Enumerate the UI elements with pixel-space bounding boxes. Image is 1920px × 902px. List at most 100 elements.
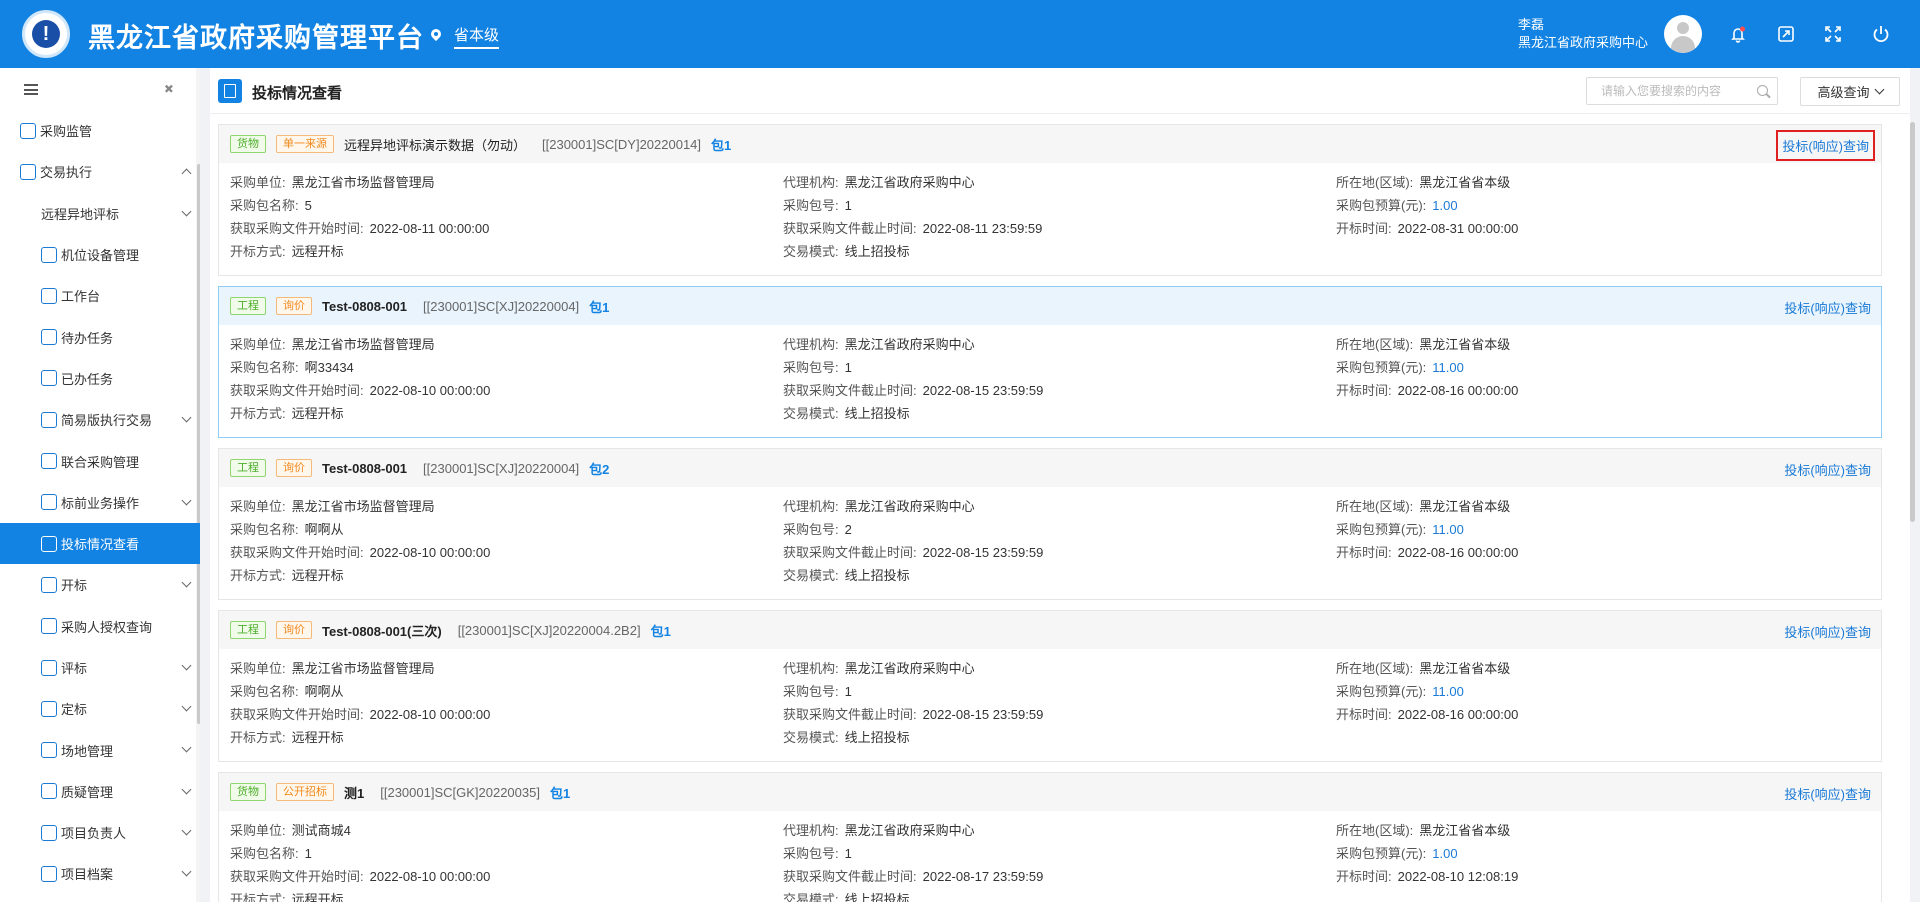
- sidebar-item[interactable]: 简易版执行交易: [0, 399, 200, 440]
- detail-end_time: 获取采购文件截止时间: 2022-08-17 23:59:59: [783, 866, 1043, 885]
- search-input[interactable]: [1586, 77, 1778, 105]
- sidebar-item[interactable]: 标前业务操作: [0, 482, 200, 523]
- detail-label: 获取采购文件开始时间:: [230, 221, 364, 236]
- sidebar-item[interactable]: 交易执行: [0, 151, 200, 192]
- detail-value: 2022-08-15 23:59:59: [922, 545, 1044, 560]
- detail-row: 开标方式: 远程开标 交易模式: 线上招投标: [230, 727, 1870, 747]
- user-info[interactable]: 李磊 黑龙江省政府采购中心: [1518, 16, 1648, 52]
- detail-row: 开标方式: 远程开标 交易模式: 线上招投标: [230, 241, 1870, 261]
- detail-label: 开标方式:: [230, 730, 286, 745]
- project-code: [[230001]SC[DY]20220014]: [542, 136, 702, 152]
- detail-pkg_no: 采购包号: 2: [783, 519, 852, 538]
- project-card[interactable]: 工程 询价 Test-0808-001(三次) [[230001]SC[XJ]2022…: [218, 610, 1882, 762]
- detail-pkg_no: 采购包号: 1: [783, 843, 852, 862]
- project-card[interactable]: 货物 公开招标 测1 [[230001]SC[GK]20220035] 包1 投标(响应)…: [218, 772, 1882, 902]
- package-link[interactable]: 包1: [651, 621, 671, 640]
- detail-value: 1.00: [1432, 846, 1458, 861]
- detail-value: 远程开标: [291, 568, 344, 583]
- sidebar-item[interactable]: 质疑管理: [0, 771, 200, 812]
- advanced-search-button[interactable]: 高级查询: [1800, 77, 1900, 106]
- detail-label: 交易模式:: [783, 892, 839, 902]
- package-link[interactable]: 包1: [589, 297, 609, 316]
- detail-label: 采购单位:: [230, 499, 286, 514]
- sidebar-item[interactable]: 机位设备管理: [0, 234, 200, 275]
- sidebar-item-label: 联合采购管理: [61, 454, 140, 470]
- sidebar-item[interactable]: 评标: [0, 647, 200, 688]
- sidebar-item[interactable]: 联合采购管理: [0, 440, 200, 481]
- sidebar-item-label: 场地管理: [61, 743, 114, 759]
- card-details: 采购单位: 黑龙江省市场监督管理局 代理机构: 黑龙江省政府采购中心 所在地(区域): 黑…: [230, 172, 1870, 272]
- region-label[interactable]: 省本级: [454, 24, 500, 49]
- detail-label: 交易模式:: [783, 568, 839, 583]
- bid-query-link[interactable]: 投标(响应)查询: [1784, 298, 1871, 317]
- detail-value: 11.00: [1432, 522, 1464, 537]
- sidebar-item[interactable]: 项目档案: [0, 853, 200, 894]
- detail-row: 开标方式: 远程开标 交易模式: 线上招投标: [230, 403, 1870, 423]
- advanced-search-label: 高级查询: [1817, 85, 1870, 100]
- card-header: 货物 公开招标 测1 [[230001]SC[GK]20220035] 包1 投标(响应)…: [219, 773, 1881, 811]
- main-scrollbar[interactable]: [1910, 122, 1915, 522]
- sidebar-item[interactable]: 场地管理: [0, 729, 200, 770]
- detail-label: 开标时间:: [1336, 869, 1392, 884]
- sidebar-item[interactable]: 采购人授权查询: [0, 606, 200, 647]
- sidebar-item[interactable]: 定标: [0, 688, 200, 729]
- project-card[interactable]: 货物 单一来源 远程异地评标演示数据（勿动） [[230001]SC[DY]20220…: [218, 124, 1882, 276]
- bid-query-link[interactable]: 投标(响应)查询: [1784, 460, 1871, 479]
- detail-region: 所在地(区域): 黑龙江省省本级: [1336, 334, 1510, 353]
- bell-icon[interactable]: [1728, 24, 1748, 44]
- method-tag: 公开招标: [276, 783, 334, 801]
- menu-item-icon: [41, 329, 57, 346]
- region-selector[interactable]: 省本级: [430, 24, 500, 49]
- detail-open_time: 开标时间: 2022-08-16 00:00:00: [1336, 704, 1518, 723]
- detail-value: 黑龙江省市场监督管理局: [291, 499, 435, 514]
- project-card[interactable]: 工程 询价 Test-0808-001 [[230001]SC[XJ]20220004…: [218, 286, 1882, 438]
- project-code: [[230001]SC[XJ]20220004]: [423, 460, 580, 476]
- card-details: 采购单位: 黑龙江省市场监督管理局 代理机构: 黑龙江省政府采购中心 所在地(区域): 黑…: [230, 496, 1870, 596]
- menu-item-icon: [41, 535, 57, 552]
- detail-value: 线上招投标: [844, 892, 910, 902]
- sidebar-item[interactable]: 工作台: [0, 275, 200, 316]
- bid-query-link[interactable]: 投标(响应)查询: [1776, 130, 1875, 161]
- menu-toggle-icon[interactable]: [24, 83, 38, 95]
- detail-value: 2022-08-11 23:59:59: [922, 221, 1043, 236]
- detail-agency: 代理机构: 黑龙江省政府采购中心: [783, 496, 975, 515]
- menu-item-icon: [41, 659, 57, 676]
- search-icon[interactable]: [1757, 85, 1768, 96]
- sidebar-item[interactable]: 开标: [0, 564, 200, 605]
- detail-row: 获取采购文件开始时间: 2022-08-11 00:00:00 获取采购文件截止时间…: [230, 218, 1870, 238]
- sidebar-item[interactable]: 已办任务: [0, 358, 200, 399]
- main-content: 投标情况查看 高级查询 货物单一来源远程异地评标演示数据（勿动）[[230001…: [210, 68, 1915, 902]
- detail-value: 黑龙江省政府采购中心: [844, 175, 975, 190]
- detail-value: 黑龙江省市场监督管理局: [291, 661, 435, 676]
- sidebar-item[interactable]: 待办任务: [0, 316, 200, 357]
- shield-logo-icon: !: [32, 20, 60, 48]
- project-list: 货物 单一来源 远程异地评标演示数据（勿动） [[230001]SC[DY]20220…: [218, 124, 1888, 902]
- sidebar-item[interactable]: 项目负责人: [0, 812, 200, 853]
- detail-open_mode: 开标方式: 远程开标: [230, 403, 344, 422]
- fullscreen-icon[interactable]: [1823, 24, 1843, 44]
- sidebar-toolbar: ✚: [0, 68, 200, 110]
- pin-icon[interactable]: ✚: [160, 81, 179, 98]
- bid-query-link[interactable]: 投标(响应)查询: [1784, 784, 1871, 803]
- detail-end_time: 获取采购文件截止时间: 2022-08-15 23:59:59: [783, 380, 1043, 399]
- sidebar-item[interactable]: 采购监管: [0, 110, 200, 151]
- card-header: 工程 询价 Test-0808-001(三次) [[230001]SC[XJ]2022…: [219, 611, 1881, 649]
- package-link[interactable]: 包1: [550, 783, 570, 802]
- sidebar-item[interactable]: 远程异地评标: [0, 193, 200, 234]
- detail-value: 黑龙江省政府采购中心: [844, 337, 975, 352]
- detail-budget: 采购包预算(元): 11.00: [1336, 357, 1464, 376]
- detail-end_time: 获取采购文件截止时间: 2022-08-15 23:59:59: [783, 704, 1043, 723]
- bid-query-link[interactable]: 投标(响应)查询: [1784, 622, 1871, 641]
- detail-value: 2022-08-16 00:00:00: [1397, 545, 1519, 560]
- sidebar-item[interactable]: 投标情况查看: [0, 522, 200, 565]
- detail-pkg_name: 采购包名称: 啊啊从: [230, 681, 344, 700]
- detail-value: 黑龙江省政府采购中心: [844, 661, 975, 676]
- window-icon[interactable]: [1776, 24, 1796, 44]
- package-link[interactable]: 包1: [711, 135, 731, 154]
- sidebar-item-label: 定标: [61, 702, 88, 718]
- chevron-down-icon: [181, 825, 192, 836]
- project-card[interactable]: 工程 询价 Test-0808-001 [[230001]SC[XJ]20220004…: [218, 448, 1882, 600]
- power-icon[interactable]: [1871, 24, 1891, 44]
- avatar[interactable]: [1664, 15, 1702, 53]
- package-link[interactable]: 包2: [589, 459, 609, 478]
